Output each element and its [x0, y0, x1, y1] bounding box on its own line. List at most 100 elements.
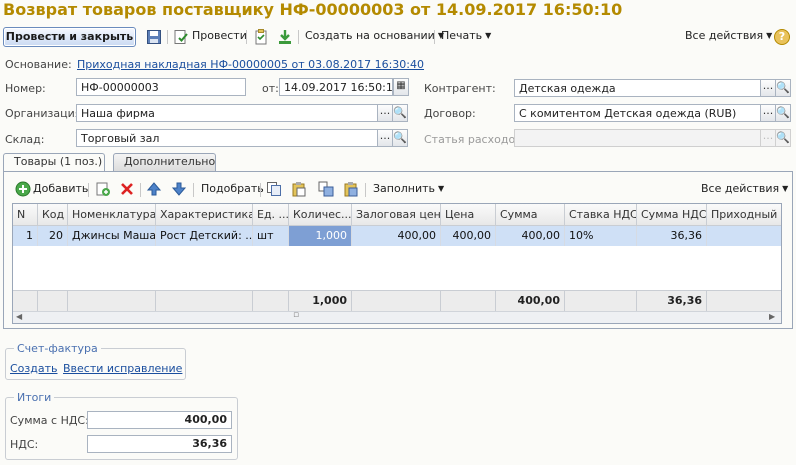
- save-icon[interactable]: [146, 29, 162, 45]
- table-cell[interactable]: 20: [38, 226, 68, 246]
- search-icon: 🔍: [775, 129, 791, 147]
- number-label: Номер:: [5, 82, 46, 95]
- all-actions-label: Все действия: [685, 29, 764, 42]
- table-cell[interactable]: 10%: [565, 226, 637, 246]
- column-header[interactable]: Характеристика: [156, 204, 253, 226]
- pick-button[interactable]: Подобрать: [201, 180, 264, 200]
- contract-label: Договор:: [424, 107, 476, 120]
- table-cell[interactable]: [707, 226, 781, 246]
- org-field[interactable]: Наша фирма: [76, 104, 378, 122]
- date-field[interactable]: 14.09.2017 16:50:10: [279, 78, 400, 96]
- scroll-thumb[interactable]: ▫: [293, 310, 299, 320]
- basis-link[interactable]: Приходная накладная НФ-00000005 от 03.08…: [77, 58, 424, 71]
- warehouse-field[interactable]: Торговый зал: [76, 129, 378, 147]
- caret-down-icon: ▼: [485, 31, 492, 40]
- column-header[interactable]: Номенклатура: [68, 204, 156, 226]
- post-button[interactable]: Провести: [192, 27, 247, 47]
- copy-rows-icon[interactable]: [318, 181, 334, 197]
- column-header[interactable]: Количес...: [289, 204, 352, 226]
- search-icon[interactable]: 🔍: [392, 129, 408, 147]
- document-list-icon[interactable]: [253, 29, 269, 45]
- horizontal-scrollbar[interactable]: ◀ ▫ ▶: [13, 310, 781, 323]
- invoice-title: Счет-фактура: [14, 342, 101, 355]
- copy-row-icon[interactable]: [95, 181, 111, 197]
- expense-label: Статья расходов:: [424, 133, 526, 146]
- help-icon[interactable]: ?: [774, 29, 790, 45]
- arrow-down-icon[interactable]: [171, 181, 187, 197]
- footer-vat-sum: 36,36: [637, 290, 707, 311]
- post-icon[interactable]: [173, 29, 189, 45]
- create-invoice-link[interactable]: Создать: [10, 362, 58, 375]
- table-cell[interactable]: 1: [13, 226, 38, 246]
- ellipsis-icon[interactable]: ...: [760, 104, 776, 122]
- date-value: 14.09.2017 16:50:10: [284, 81, 400, 94]
- copy-icon[interactable]: [266, 181, 282, 197]
- create-based-on-button[interactable]: Создать на основании ▼: [305, 27, 444, 47]
- column-header[interactable]: Приходный до: [707, 204, 781, 226]
- vat-label: НДС:: [10, 438, 39, 451]
- caret-down-icon: ▼: [782, 184, 789, 193]
- table-cell[interactable]: Рост Детский: ...: [156, 226, 253, 246]
- ellipsis-icon[interactable]: ...: [377, 129, 393, 147]
- delete-icon[interactable]: [119, 181, 135, 197]
- add-button[interactable]: Добавить: [33, 180, 88, 200]
- scroll-right-icon[interactable]: ▶: [769, 312, 775, 321]
- post-and-close-button[interactable]: Провести и закрыть: [3, 27, 136, 47]
- table-cell[interactable]: 400,00: [441, 226, 496, 246]
- column-header[interactable]: Ед. ...: [253, 204, 289, 226]
- fill-button[interactable]: Заполнить ▼: [373, 180, 444, 200]
- download-arrow-icon[interactable]: [277, 29, 293, 45]
- ellipsis-icon[interactable]: ...: [760, 79, 776, 97]
- sum-with-vat-value: 400,00: [87, 411, 232, 429]
- counterparty-label: Контрагент:: [424, 82, 496, 95]
- search-icon[interactable]: 🔍: [775, 104, 791, 122]
- counterparty-value: Детская одежда: [519, 82, 616, 95]
- paste-rows-icon[interactable]: [343, 181, 359, 197]
- table-cell[interactable]: 400,00: [496, 226, 565, 246]
- contract-field[interactable]: С комитентом Детская одежда (RUB): [514, 104, 761, 122]
- footer-sum: 400,00: [496, 290, 565, 311]
- column-header[interactable]: N: [13, 204, 38, 226]
- column-header[interactable]: Ставка НДС: [565, 204, 637, 226]
- number-field[interactable]: НФ-00000003: [76, 78, 246, 96]
- table-cell[interactable]: 36,36: [637, 226, 707, 246]
- caret-down-icon: ▼: [437, 184, 445, 193]
- enter-correction-link[interactable]: Ввести исправление: [63, 362, 182, 375]
- column-header[interactable]: Цена: [441, 204, 496, 226]
- table-cell[interactable]: шт: [253, 226, 289, 246]
- column-header[interactable]: Сумма НДС: [637, 204, 707, 226]
- goods-table[interactable]: N Код Номенклатура Характеристика Ед. ..…: [12, 203, 782, 324]
- date-label: от:: [262, 82, 279, 95]
- counterparty-field[interactable]: Детская одежда: [514, 79, 761, 97]
- expense-field: [514, 129, 761, 147]
- table-cell[interactable]: Джинсы Маша: [68, 226, 156, 246]
- arrow-up-icon[interactable]: [146, 181, 162, 197]
- ellipsis-icon[interactable]: ...: [377, 104, 393, 122]
- grid-all-actions-button[interactable]: Все действия ▼: [701, 180, 788, 200]
- column-header[interactable]: Сумма: [496, 204, 565, 226]
- warehouse-value: Торговый зал: [81, 132, 160, 145]
- calendar-icon[interactable]: ▦: [393, 78, 409, 96]
- all-actions-button[interactable]: Все действия ▼: [685, 27, 772, 47]
- basis-label: Основание:: [5, 58, 72, 71]
- tab-goods[interactable]: Товары (1 поз.): [3, 153, 105, 172]
- search-icon[interactable]: 🔍: [392, 104, 408, 122]
- grid-all-actions-label: Все действия: [701, 182, 780, 195]
- table-cell[interactable]: 400,00: [352, 226, 441, 246]
- tab-additional[interactable]: Дополнительно: [113, 153, 216, 171]
- org-value: Наша фирма: [81, 107, 155, 120]
- grid-toolbar: Добавить Подобрать Заполнить ▼ Все действ…: [12, 179, 788, 200]
- footer-quantity: 1,000: [289, 290, 352, 311]
- sum-with-vat-label: Сумма с НДС:: [10, 414, 89, 427]
- print-button[interactable]: Печать ▼: [441, 27, 491, 47]
- column-header[interactable]: Код: [38, 204, 68, 226]
- column-header[interactable]: Залоговая цена: [352, 204, 441, 226]
- add-icon[interactable]: [15, 181, 31, 197]
- window-title: Возврат товаров поставщику НФ-00000003 о…: [3, 0, 623, 19]
- search-icon[interactable]: 🔍: [775, 79, 791, 97]
- number-value: НФ-00000003: [81, 81, 159, 94]
- table-cell-selected[interactable]: 1,000: [289, 226, 352, 246]
- scroll-left-icon[interactable]: ◀: [16, 312, 22, 321]
- paste-icon[interactable]: [291, 181, 307, 197]
- contract-value: С комитентом Детская одежда (RUB): [519, 107, 737, 120]
